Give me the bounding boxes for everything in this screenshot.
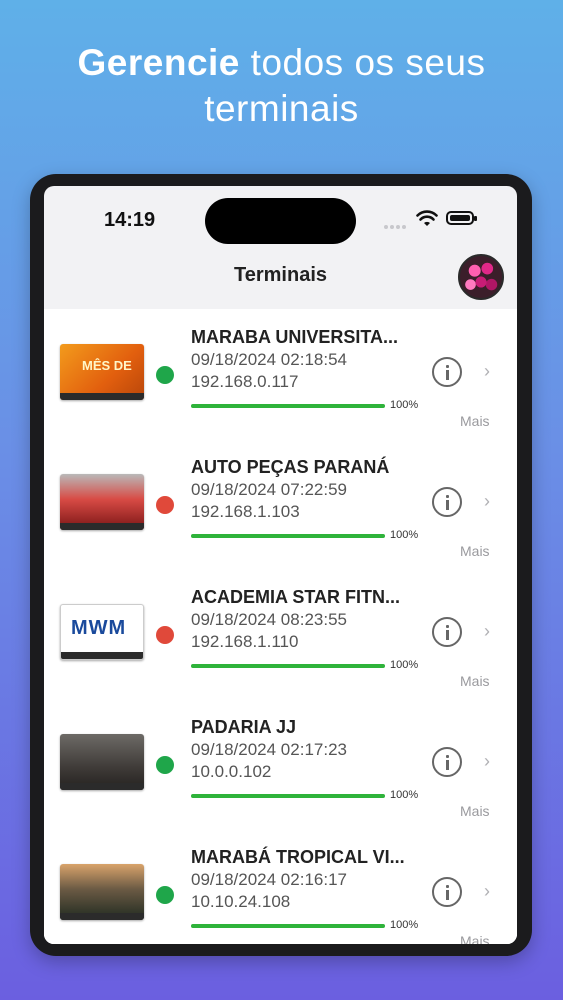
status-dot <box>156 496 174 514</box>
thumbnail-logo-text: MÊS DE <box>82 358 132 373</box>
progress-bar <box>191 534 385 538</box>
status-time: 14:19 <box>104 209 156 231</box>
progress-fill <box>191 534 385 538</box>
terminal-list: MÊS DE MARABA UNIVERSITA... 09/18/2024 02:… <box>44 309 517 944</box>
navigation-bar: Terminais <box>44 244 517 304</box>
app-screen: 14:19 Terminais MÊS DE MARABA UNIVERSITA.… <box>44 186 517 944</box>
thumbnail-overlay-bar <box>60 783 144 790</box>
progress-bar <box>191 404 385 408</box>
progress-label: 100% <box>390 789 419 801</box>
terminal-ip: 192.168.0.117 <box>191 372 299 391</box>
progress-label: 100% <box>390 529 419 541</box>
progress-label: 100% <box>390 399 419 411</box>
status-dot <box>156 886 174 904</box>
progress-label: 100% <box>390 659 419 671</box>
chevron-right-icon[interactable]: › <box>484 621 490 642</box>
status-bar: 14:19 <box>44 186 517 244</box>
thumbnail-overlay-bar <box>61 652 143 659</box>
terminal-thumbnail: MÊS DE <box>60 344 144 400</box>
progress-label: 100% <box>390 919 419 931</box>
thumbnail-logo-text: MWM <box>71 617 127 639</box>
terminal-ip: 10.0.0.102 <box>191 762 272 781</box>
chevron-right-icon[interactable]: › <box>484 881 490 902</box>
terminal-row[interactable]: PADARIA JJ 09/18/2024 02:17:23 10.0.0.102 1… <box>44 699 517 830</box>
headline-bold: Gerencie <box>77 42 240 83</box>
progress-fill <box>191 404 385 408</box>
page-title: Terminais <box>234 264 327 286</box>
terminal-last-seen: 09/18/2024 08:23:55 <box>191 610 347 629</box>
info-icon[interactable] <box>432 487 462 517</box>
status-dot <box>156 626 174 644</box>
dynamic-island <box>205 198 356 244</box>
more-link[interactable]: Mais <box>460 543 490 559</box>
terminal-name: MARABÁ TROPICAL VI... <box>191 847 405 867</box>
terminal-last-seen: 09/18/2024 07:22:59 <box>191 480 347 499</box>
promo-headline: Gerencie todos os seus terminais <box>0 40 563 132</box>
terminal-row[interactable]: MARABÁ TROPICAL VI... 09/18/2024 02:16:17… <box>44 829 517 944</box>
terminal-name: MARABA UNIVERSITA... <box>191 327 398 347</box>
terminal-name: ACADEMIA STAR FITN... <box>191 587 400 607</box>
progress-fill <box>191 664 385 668</box>
thumbnail-overlay-bar <box>60 523 144 530</box>
info-icon[interactable] <box>432 877 462 907</box>
terminal-last-seen: 09/18/2024 02:16:17 <box>191 870 347 889</box>
signal-icon <box>384 216 408 234</box>
progress-bar <box>191 924 385 928</box>
terminal-thumbnail: MWM <box>60 604 144 660</box>
terminal-row[interactable]: MÊS DE MARABA UNIVERSITA... 09/18/2024 02:… <box>44 309 517 440</box>
terminal-ip: 192.168.1.103 <box>191 502 300 521</box>
info-icon[interactable] <box>432 357 462 387</box>
terminal-row[interactable]: MWM ACADEMIA STAR FITN... 09/18/2024 08:23… <box>44 569 517 700</box>
status-dot <box>156 366 174 384</box>
headline-line2: terminais <box>204 88 359 129</box>
terminal-thumbnail <box>60 864 144 920</box>
profile-avatar[interactable] <box>458 254 504 300</box>
info-icon[interactable] <box>432 747 462 777</box>
info-icon[interactable] <box>432 617 462 647</box>
progress-fill <box>191 794 385 798</box>
terminal-last-seen: 09/18/2024 02:17:23 <box>191 740 347 759</box>
status-dot <box>156 756 174 774</box>
terminal-thumbnail <box>60 474 144 530</box>
battery-icon <box>446 211 477 225</box>
more-link[interactable]: Mais <box>460 933 490 944</box>
progress-fill <box>191 924 385 928</box>
wifi-icon <box>416 210 438 226</box>
terminal-thumbnail <box>60 734 144 790</box>
thumbnail-overlay-bar <box>60 913 144 920</box>
thumbnail-overlay-bar <box>60 393 144 400</box>
tablet-frame: 14:19 Terminais MÊS DE MARABA UNIVERSITA.… <box>30 174 532 956</box>
more-link[interactable]: Mais <box>460 803 490 819</box>
more-link[interactable]: Mais <box>460 413 490 429</box>
chevron-right-icon[interactable]: › <box>484 361 490 382</box>
terminal-name: PADARIA JJ <box>191 717 297 737</box>
headline-rest: todos os seus <box>239 42 486 83</box>
terminal-last-seen: 09/18/2024 02:18:54 <box>191 350 347 369</box>
terminal-ip: 192.168.1.110 <box>191 632 299 651</box>
chevron-right-icon[interactable]: › <box>484 751 490 772</box>
chevron-right-icon[interactable]: › <box>484 491 490 512</box>
progress-bar <box>191 664 385 668</box>
terminal-name: AUTO PEÇAS PARANÁ <box>191 457 390 477</box>
more-link[interactable]: Mais <box>460 673 490 689</box>
terminal-row[interactable]: AUTO PEÇAS PARANÁ 09/18/2024 07:22:59 192.… <box>44 439 517 570</box>
progress-bar <box>191 794 385 798</box>
terminal-ip: 10.10.24.108 <box>191 892 291 911</box>
